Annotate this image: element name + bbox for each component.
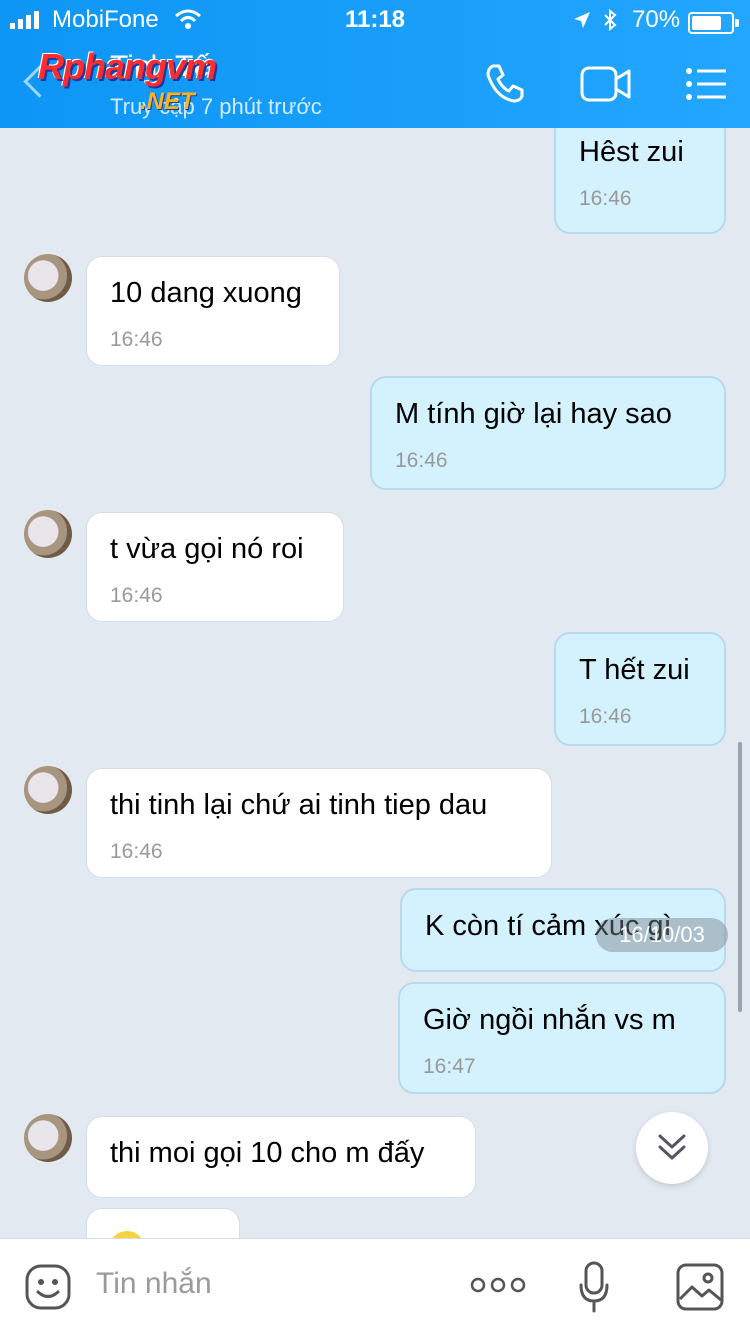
watermark-logo: Rphangvm	[38, 46, 217, 87]
emoji-icon[interactable]	[24, 1263, 72, 1311]
battery-percent: 70%	[632, 6, 681, 33]
menu-list-icon[interactable]	[686, 68, 726, 100]
location-icon	[574, 12, 590, 28]
message-time: 16:46	[110, 584, 163, 607]
watermark-logo-net: .NET	[140, 88, 195, 115]
message-bubble[interactable]: M tính giờ lại hay sao 16:46	[370, 376, 726, 490]
sticker-bubble[interactable]	[86, 1208, 240, 1238]
message-bubble[interactable]: 10 dang xuong 16:46	[86, 256, 340, 366]
message-bubble[interactable]: thi tinh lại chứ ai tinh tiep dau 16:46	[86, 768, 552, 878]
message-text: T hết zui	[579, 654, 690, 686]
date-overlay: 16/10/03	[596, 918, 728, 952]
composer-bar: Tin nhắn	[0, 1238, 750, 1335]
message-bubble[interactable]: t vừa gọi nó roi 16:46	[86, 512, 344, 622]
message-time: 16:46	[395, 449, 448, 472]
message-text: thi tinh lại chứ ai tinh tiep dau	[110, 789, 488, 821]
avatar[interactable]	[24, 1114, 72, 1162]
bluetooth-icon	[604, 8, 617, 32]
message-input[interactable]: Tin nhắn	[96, 1267, 212, 1301]
message-time: 16:47	[423, 1055, 476, 1078]
avatar[interactable]	[24, 510, 72, 558]
message-bubble[interactable]: Hêst zui 16:46	[554, 128, 726, 234]
message-text: M tính giờ lại hay sao	[395, 398, 672, 430]
message-text: thi moi gọi 10 cho m đấy	[110, 1137, 425, 1169]
scrollbar[interactable]	[738, 742, 742, 1012]
double-chevron-down-icon	[658, 1134, 686, 1160]
message-bubble[interactable]: Giờ ngồi nhắn vs m 16:47	[398, 982, 726, 1094]
scroll-to-bottom-button[interactable]	[636, 1112, 708, 1184]
message-bubble[interactable]: thi moi gọi 10 cho m đấy	[86, 1116, 476, 1198]
message-text: Hêst zui	[579, 136, 684, 168]
message-text: t vừa gọi nó roi	[110, 533, 304, 565]
message-list[interactable]: Hêst zui 16:46 10 dang xuong 16:46 M tín…	[0, 128, 750, 1238]
status-bar: MobiFone 11:18 70%	[0, 0, 750, 40]
avatar[interactable]	[24, 766, 72, 814]
message-time: 16:46	[110, 328, 163, 351]
message-text: 10 dang xuong	[110, 277, 302, 309]
message-time: 16:46	[579, 705, 632, 728]
battery-icon	[688, 12, 739, 34]
message-text: Giờ ngồi nhắn vs m	[423, 1004, 676, 1036]
message-time: 16:46	[579, 187, 632, 210]
video-call-icon[interactable]	[580, 66, 632, 102]
phone-call-icon[interactable]	[484, 62, 526, 104]
message-time: 16:46	[110, 840, 163, 863]
avatar[interactable]	[24, 254, 72, 302]
message-bubble[interactable]: T hết zui 16:46	[554, 632, 726, 746]
emoji-sticker-icon	[109, 1231, 145, 1238]
more-options-icon[interactable]	[470, 1275, 526, 1295]
microphone-icon[interactable]	[578, 1261, 610, 1313]
chat-header: MobiFone 11:18 70% Tinh Tế Truy cập 7 ph…	[0, 0, 750, 128]
image-gallery-icon[interactable]	[676, 1263, 724, 1311]
